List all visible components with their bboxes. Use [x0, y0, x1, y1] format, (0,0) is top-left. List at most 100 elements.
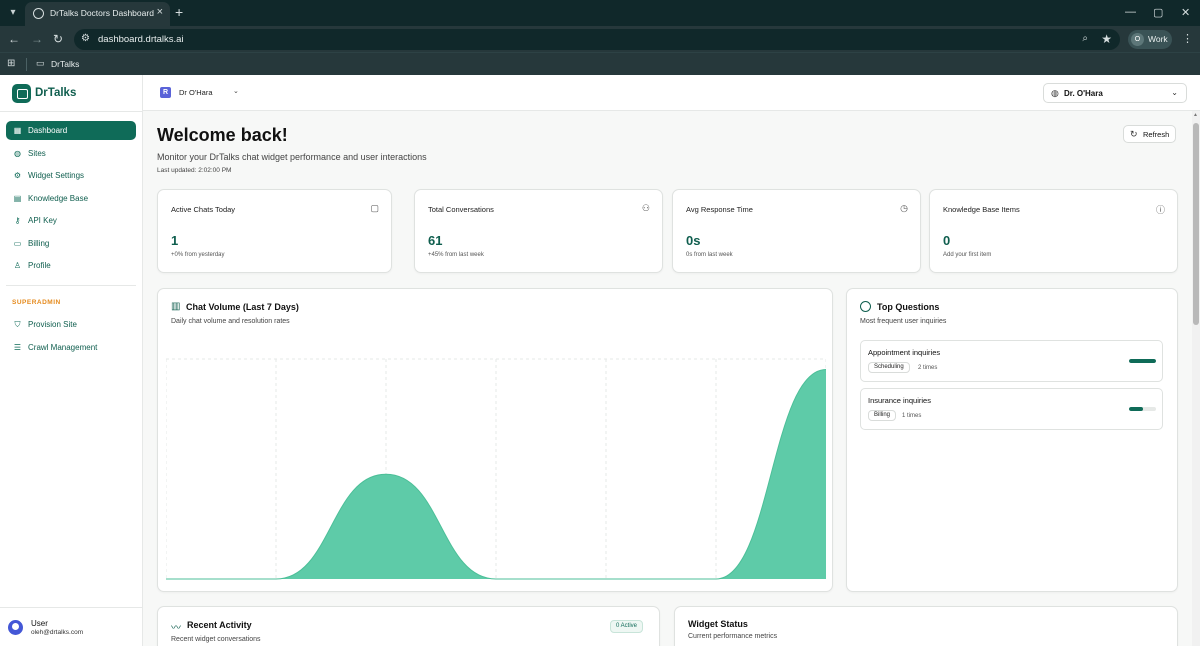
- stat-sub: +45% from last week: [428, 252, 484, 258]
- message-icon: ▢: [370, 203, 379, 213]
- key-icon: ⚷: [14, 216, 21, 225]
- sidebar-item-profile[interactable]: ♙ Profile: [6, 256, 136, 275]
- status-badge: 0 Active: [610, 620, 644, 633]
- globe-icon: ◍: [14, 149, 21, 158]
- stat-title: Active Chats Today: [171, 205, 236, 214]
- sidebar-item-dashboard[interactable]: ▦ Dashboard: [6, 121, 136, 140]
- browser-tab[interactable]: DrTalks Doctors Dashboard ×: [25, 2, 170, 26]
- stat-card-total-conversations: Total Conversations ⚇ 61 +45% from last …: [414, 189, 663, 273]
- close-tab-icon[interactable]: ×: [157, 6, 163, 18]
- sidebar-item-label: Sites: [28, 149, 46, 158]
- sidebar-user[interactable]: User oleh@drtalks.com: [0, 607, 143, 646]
- bookmarks-bar: ⊞ ▭ DrTalks: [0, 52, 1200, 75]
- question-share-fill: [1129, 407, 1143, 411]
- tab-search-icon[interactable]: ▾: [4, 4, 22, 22]
- stat-title: Avg Response Time: [686, 205, 753, 214]
- sidebar-item-widget-settings[interactable]: ⚙ Widget Settings: [6, 166, 136, 185]
- recent-activity-title: Recent Activity: [187, 620, 252, 630]
- maximize-icon[interactable]: ▢: [1153, 6, 1163, 19]
- sidebar-item-label: Profile: [28, 261, 51, 270]
- sidebar-item-label: API Key: [28, 216, 57, 225]
- chart-subtitle: Daily chat volume and resolution rates: [171, 318, 290, 325]
- top-questions-subtitle: Most frequent user inquiries: [860, 318, 947, 325]
- scroll-up-icon[interactable]: ▲: [1193, 112, 1198, 118]
- sidebar-item-billing[interactable]: ▭ Billing: [6, 234, 136, 253]
- address-bar[interactable]: ⚙ dashboard.drtalks.ai ⌕ ★: [74, 29, 1120, 50]
- zoom-icon[interactable]: ⌕: [1082, 33, 1088, 44]
- profile-avatar: O: [1131, 33, 1144, 46]
- doctor-select[interactable]: ◍ Dr. O'Hara ⌄: [1043, 83, 1187, 103]
- sidebar-item-knowledge-base[interactable]: ▤ Knowledge Base: [6, 189, 136, 208]
- browser-toolbar: ← → ↻ ⚙ dashboard.drtalks.ai ⌕ ★ O Work …: [0, 26, 1200, 52]
- minimize-icon[interactable]: —: [1125, 6, 1136, 18]
- chat-volume-card: ▥ Chat Volume (Last 7 Days) Daily chat v…: [157, 288, 833, 592]
- stat-title: Knowledge Base Items: [943, 205, 1020, 214]
- stat-card-avg-response: Avg Response Time ◷ 0s 0s from last week: [672, 189, 921, 273]
- help-circle-icon: [860, 301, 871, 312]
- sidebar-item-label: Crawl Management: [28, 343, 98, 352]
- chart-title: Chat Volume (Last 7 Days): [186, 302, 299, 312]
- widget-status-title: Widget Status: [688, 619, 748, 629]
- bookmark-folder[interactable]: DrTalks: [51, 59, 79, 69]
- sidebar-item-api-key[interactable]: ⚷ API Key: [6, 211, 136, 230]
- url-text[interactable]: dashboard.drtalks.ai: [98, 34, 184, 45]
- globe-icon: [33, 8, 44, 19]
- page-title: Welcome back!: [157, 125, 288, 145]
- back-icon[interactable]: ←: [8, 32, 20, 46]
- tab-title: DrTalks Doctors Dashboard: [50, 8, 154, 18]
- bar-chart-icon: ▥: [171, 301, 181, 312]
- sidebar-divider: [0, 111, 143, 112]
- brand-name: DrTalks: [35, 87, 77, 99]
- sidebar-item-provision-site[interactable]: ⛉ Provision Site: [6, 315, 136, 334]
- apps-grid-icon[interactable]: ⊞: [7, 58, 15, 69]
- stat-sub: 0s from last week: [686, 252, 733, 258]
- stat-value: 0s: [686, 233, 701, 248]
- database-icon: ☰: [13, 343, 22, 352]
- site-icon: R: [160, 87, 171, 98]
- bookmark-star-icon[interactable]: ★: [1101, 32, 1112, 46]
- refresh-icon: ↻: [1130, 129, 1138, 139]
- profile-button[interactable]: O Work: [1128, 30, 1172, 49]
- users-icon: ⚇: [641, 203, 650, 213]
- site-settings-icon[interactable]: ⚙: [81, 33, 90, 44]
- recent-activity-card: 〰 Recent Activity Recent widget conversa…: [157, 606, 660, 646]
- stat-card-active-chats: Active Chats Today ▢ 1 +0% from yesterda…: [157, 189, 392, 273]
- site-name: Dr O'Hara: [179, 88, 213, 97]
- question-item[interactable]: Appointment inquiries Scheduling 2 times: [860, 340, 1163, 382]
- book-icon: ▤: [13, 194, 22, 203]
- scrollbar-thumb[interactable]: [1193, 123, 1199, 325]
- topbar: R Dr O'Hara ⌄ ◍ Dr. O'Hara ⌄: [143, 75, 1200, 111]
- new-tab-icon[interactable]: +: [175, 4, 183, 20]
- folder-icon: ▭: [36, 58, 45, 68]
- sidebar-item-label: Dashboard: [28, 126, 68, 135]
- question-count: 2 times: [918, 365, 938, 371]
- forward-icon[interactable]: →: [31, 32, 43, 46]
- question-text: Appointment inquiries: [868, 348, 941, 357]
- page-scrollbar[interactable]: ▲: [1192, 111, 1200, 646]
- sidebar-item-sites[interactable]: ◍ Sites: [6, 144, 136, 163]
- window-close-icon[interactable]: ✕: [1181, 6, 1190, 19]
- question-item[interactable]: Insurance inquiries Billing 1 times: [860, 388, 1163, 430]
- profile-label: Work: [1148, 34, 1168, 44]
- sidebar-divider: [6, 285, 136, 286]
- widget-status-subtitle: Current performance metrics: [688, 633, 778, 640]
- grid-icon: ▦: [13, 126, 22, 135]
- stat-value: 1: [171, 233, 179, 248]
- info-icon: ⓘ: [1155, 205, 1165, 215]
- stat-value: 61: [428, 233, 443, 248]
- question-tag: Scheduling: [868, 362, 910, 373]
- card-icon: ▭: [13, 239, 22, 248]
- refresh-button[interactable]: ↻ Refresh: [1123, 125, 1176, 143]
- main-content: Welcome back! Monitor your DrTalks chat …: [143, 111, 1192, 646]
- stat-card-knowledge-items: Knowledge Base Items ⓘ 0 Add your first …: [929, 189, 1178, 273]
- reload-icon[interactable]: ↻: [53, 32, 63, 46]
- stat-title: Total Conversations: [428, 205, 494, 214]
- question-share-bar: [1129, 407, 1156, 411]
- stat-value: 0: [943, 233, 951, 248]
- sidebar-item-crawl-management[interactable]: ☰ Crawl Management: [6, 338, 136, 357]
- stat-sub: Add your first item: [943, 252, 992, 258]
- user-name: User: [31, 619, 48, 628]
- sidebar-item-label: Billing: [28, 239, 50, 248]
- sidebar: DrTalks ▦ Dashboard ◍ Sites ⚙ Widget Set…: [0, 75, 143, 646]
- browser-menu-icon[interactable]: ⋮: [1182, 32, 1193, 45]
